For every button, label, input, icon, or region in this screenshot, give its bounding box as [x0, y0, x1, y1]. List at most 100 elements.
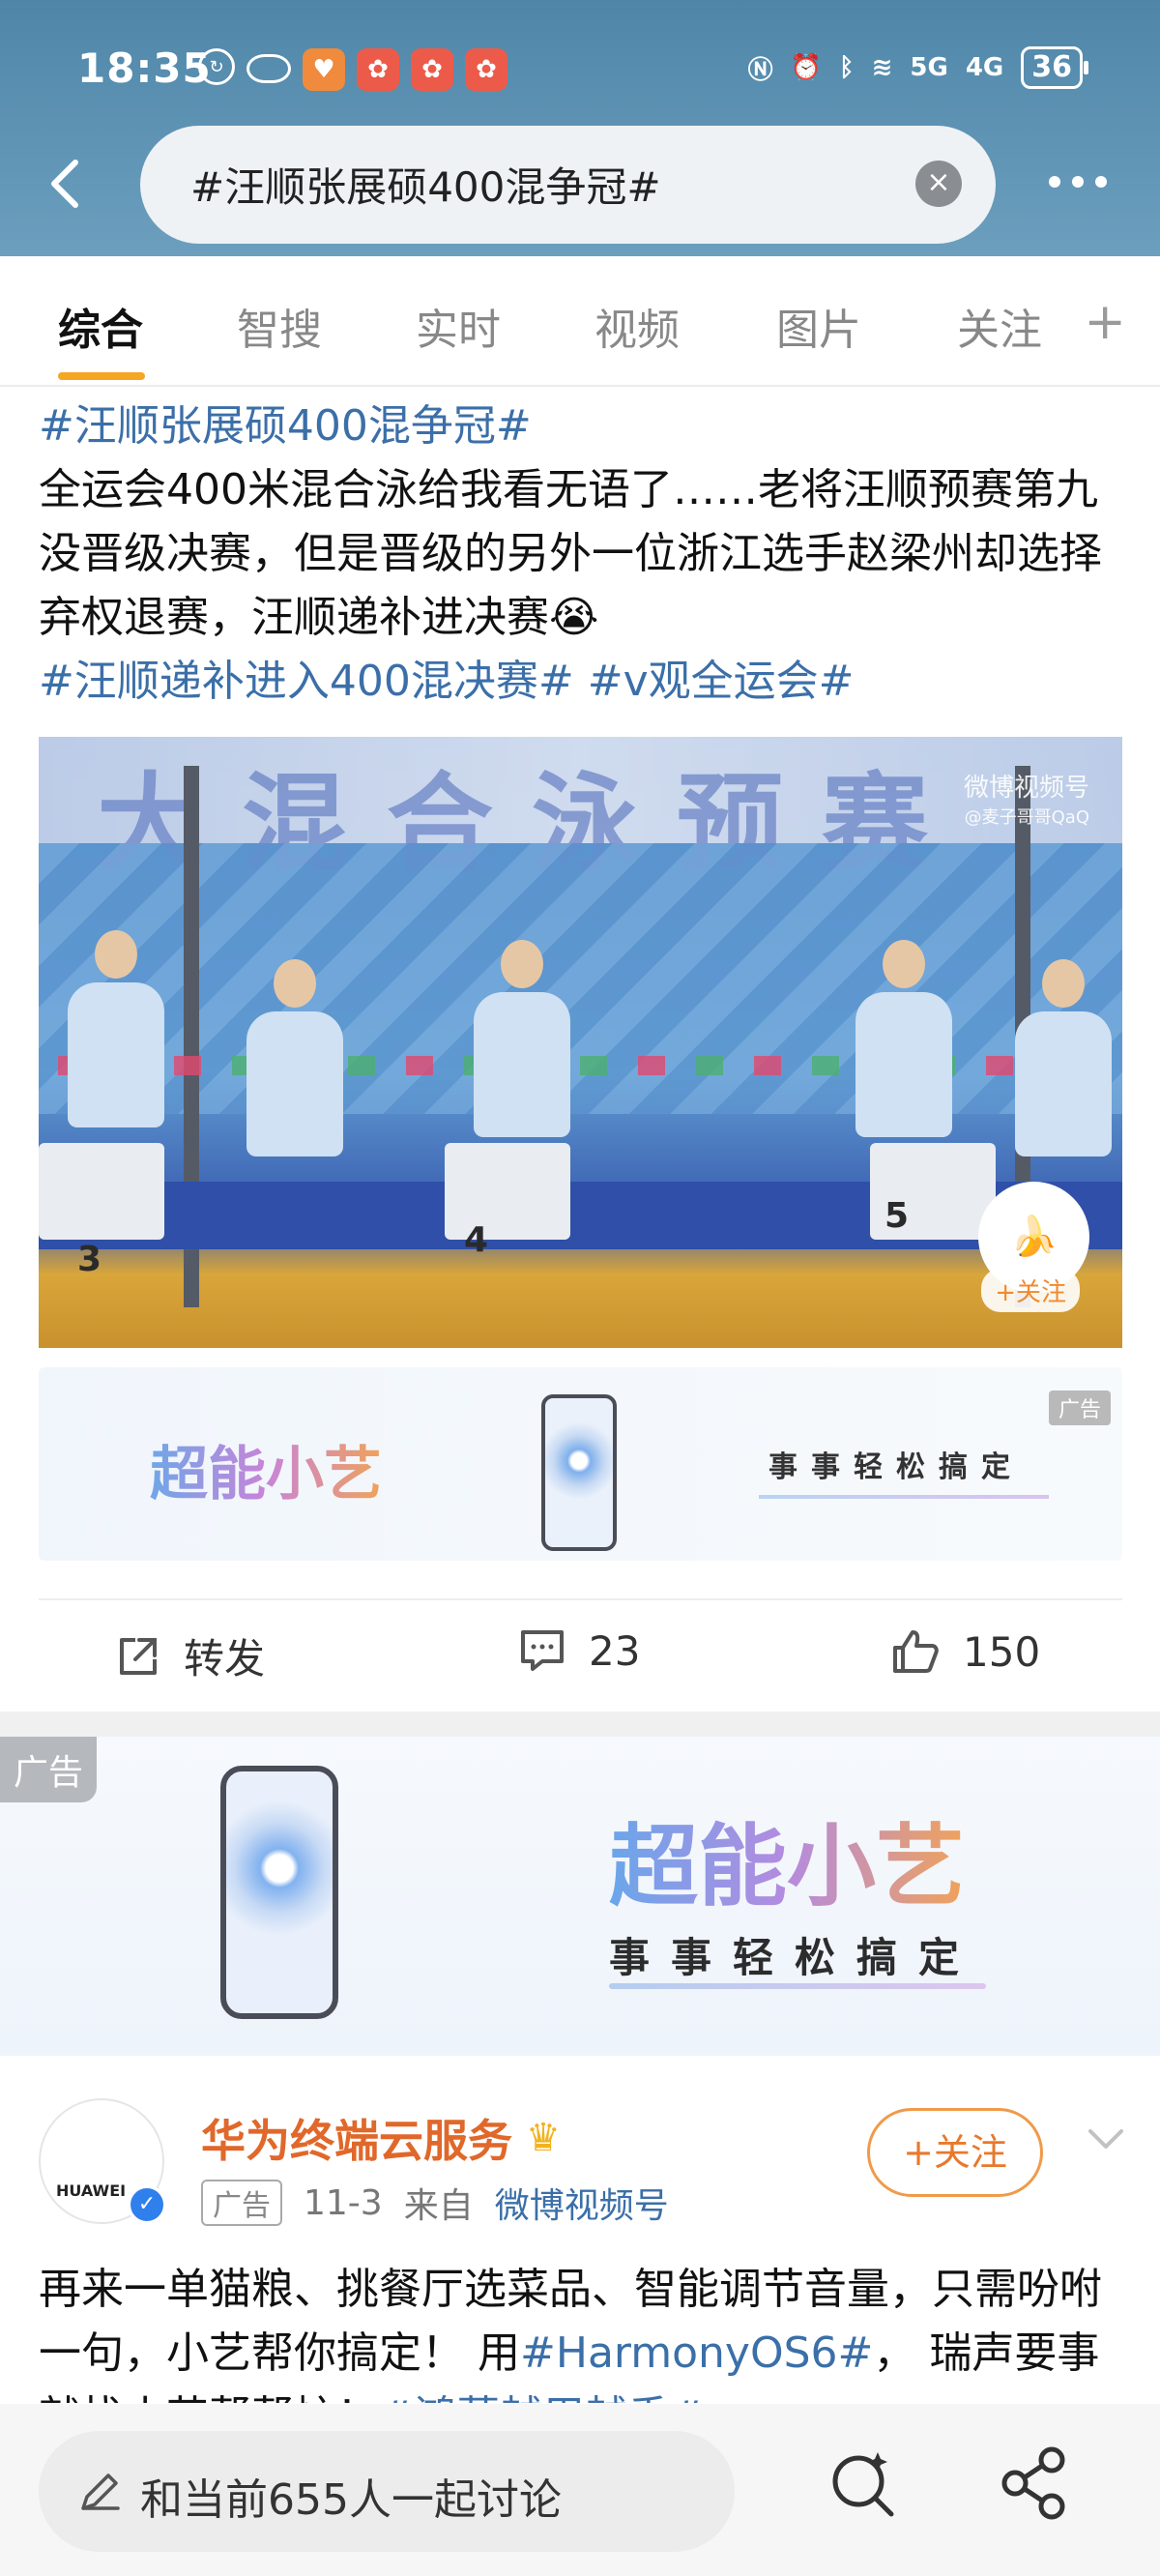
divider	[39, 1598, 1122, 1600]
tab-comprehensive[interactable]: 综合	[58, 295, 143, 357]
ad-brand: 超能小艺	[609, 1795, 965, 1923]
phone-image	[220, 1766, 338, 2019]
tab-smart-search[interactable]: 智搜	[237, 295, 322, 357]
post-body: #汪顺张展硕400混争冠# 全运会400米混合泳给我看无语了……老将汪顺预赛第九…	[39, 395, 1126, 714]
athlete-figure	[474, 940, 570, 1137]
add-tab-icon[interactable]: +	[1084, 293, 1126, 351]
ad-brand: 超能小艺	[150, 1427, 382, 1511]
ad-tag: 广告	[201, 2180, 282, 2226]
nfc-icon: Ⓝ	[747, 55, 773, 85]
like-button[interactable]: 150	[889, 1626, 1040, 1677]
bottom-bar: 和当前655人一起讨论	[0, 2404, 1160, 2576]
phone-image	[541, 1394, 617, 1551]
crown-icon: ♛	[526, 2116, 561, 2160]
hashtag-link[interactable]: #HarmonyOS6#	[520, 2328, 873, 2378]
tab-following[interactable]: 关注	[957, 295, 1042, 357]
avatar[interactable]: HUAWEI ✓	[39, 2098, 166, 2224]
ad-underline	[609, 1983, 986, 1989]
search-query: #汪顺张展硕400混争冠#	[190, 163, 661, 211]
hashtag-link[interactable]: #鸿蒙越用越香#	[379, 2392, 706, 2403]
repost-icon	[120, 1637, 157, 1675]
repost-button[interactable]: 转发	[114, 1626, 265, 1685]
discussion-placeholder: 和当前655人一起讨论	[140, 2475, 562, 2525]
ad-slogan: 事事轻松搞定	[609, 1934, 981, 1981]
header: 18:35 ↻ ♥ ✿ ✿ ✿ Ⓝ ⏰ ᛒ ≋ 5G 4G 36 #汪顺张展硕4…	[0, 0, 1160, 256]
thumbs-up-icon	[893, 1630, 939, 1673]
discussion-input[interactable]: 和当前655人一起讨论	[39, 2431, 735, 2552]
comment-icon	[521, 1630, 564, 1671]
hashtag-link[interactable]: #汪顺递补进入400混决赛#	[39, 657, 574, 706]
share-icon[interactable]	[996, 2444, 1073, 2522]
app-notify-icon: ✿	[465, 48, 508, 91]
battery-icon: 36	[1021, 46, 1088, 89]
smart-search-icon[interactable]	[824, 2444, 901, 2522]
heart-app-icon: ♥	[303, 48, 345, 91]
ad-slogan: 事事轻松搞定	[768, 1450, 1024, 1484]
ad-tag: 广告	[0, 1737, 98, 1802]
hashtag-link[interactable]: #v观全运会#	[588, 657, 855, 706]
nfc-notify-icon: ↻	[198, 48, 235, 85]
clear-icon[interactable]: ×	[915, 161, 962, 207]
tab-images[interactable]: 图片	[776, 295, 861, 357]
huawei-logo-icon	[70, 2120, 137, 2174]
inline-ad-banner[interactable]: 超能小艺 事事轻松搞定 广告	[39, 1367, 1122, 1561]
starting-block	[39, 1143, 164, 1240]
bluetooth-icon: ᛒ	[838, 53, 855, 82]
follow-badge[interactable]: +关注	[981, 1269, 1080, 1312]
account-name-text: 华为终端云服务	[201, 2115, 512, 2167]
crying-emoji: 😭	[549, 593, 599, 642]
hashtag-link[interactable]: #汪顺张展硕400混争冠#	[39, 401, 532, 451]
watermark-handle: @麦子哥哥QaQ	[964, 807, 1089, 828]
follow-button[interactable]: +关注	[867, 2108, 1043, 2197]
search-row: #汪顺张展硕400混争冠# ×	[0, 126, 1160, 244]
athlete-figure	[246, 959, 343, 1156]
more-options-icon[interactable]	[1049, 176, 1107, 188]
from-label: 来自	[403, 2186, 474, 2226]
account-post-body: 再来一单猫粮、挑餐厅选菜品、智能调节音量，只需吩咐一句，小艺帮你搞定！ 用#Ha…	[39, 2258, 1126, 2403]
search-input[interactable]: #汪顺张展硕400混争冠# ×	[140, 126, 996, 244]
pencil-icon	[81, 2474, 120, 2510]
tab-bar: 综合 智搜 实时 视频 图片 关注 +	[0, 256, 1160, 387]
post-date: 11-3	[304, 2182, 383, 2223]
active-tab-indicator	[58, 372, 145, 380]
athlete-figure	[68, 930, 164, 1127]
app-notify-icon: ✿	[411, 48, 453, 91]
avatar-brand-text: HUAWEI	[56, 2181, 127, 2200]
status-time: 18:35	[77, 44, 212, 92]
comment-count: 23	[589, 1626, 641, 1675]
back-arrow-icon[interactable]	[39, 155, 97, 213]
post-meta: 广告 11-3 来自 微博视频号	[201, 2178, 669, 2228]
signal-4g: 4G	[965, 53, 1004, 82]
eye-icon	[246, 54, 291, 83]
comment-button[interactable]: 23	[517, 1626, 640, 1675]
app-notify-icon: ✿	[357, 48, 399, 91]
lane-number: 5	[884, 1196, 910, 1236]
athlete-figure	[856, 940, 952, 1137]
tab-video[interactable]: 视频	[594, 295, 680, 357]
wifi-icon: ≋	[871, 53, 893, 82]
signal-5g: 5G	[910, 53, 948, 82]
ad-tag: 广告	[1048, 1390, 1111, 1425]
video-watermark: 微博视频号 @麦子哥哥QaQ	[964, 768, 1089, 829]
tab-realtime[interactable]: 实时	[416, 295, 501, 357]
post-video[interactable]: 大混合泳预赛 3 4 5 微博视频号 @麦子哥哥QaQ 🍌 +关注	[39, 737, 1122, 1348]
status-right-icons: Ⓝ ⏰ ᛒ ≋ 5G 4G 36	[747, 46, 1088, 89]
watermark-brand: 微博视频号	[963, 774, 1089, 803]
chevron-down-icon[interactable]	[1085, 2118, 1127, 2160]
status-bar: 18:35 ↻ ♥ ✿ ✿ ✿ Ⓝ ⏰ ᛒ ≋ 5G 4G 36	[0, 39, 1160, 106]
athlete-figure	[1015, 959, 1112, 1156]
section-gap	[0, 1712, 1160, 1737]
status-notification-icons: ↻ ♥ ✿ ✿ ✿	[198, 48, 508, 91]
video-banner: 大混合泳预赛	[39, 737, 1122, 886]
lane-number: 4	[464, 1220, 489, 1260]
big-ad-banner[interactable]: 广告 超能小艺 事事轻松搞定	[0, 1737, 1160, 2056]
like-count: 150	[963, 1627, 1041, 1676]
account-name[interactable]: 华为终端云服务 ♛	[201, 2106, 561, 2170]
post-actions: 转发 23 150	[0, 1613, 1160, 1700]
alarm-icon: ⏰	[790, 53, 822, 82]
post-source[interactable]: 微博视频号	[495, 2178, 669, 2228]
lane-number: 3	[77, 1240, 102, 1279]
ad-underline	[759, 1495, 1049, 1499]
repost-label: 转发	[184, 1635, 266, 1683]
post-text: ，	[873, 2328, 916, 2378]
